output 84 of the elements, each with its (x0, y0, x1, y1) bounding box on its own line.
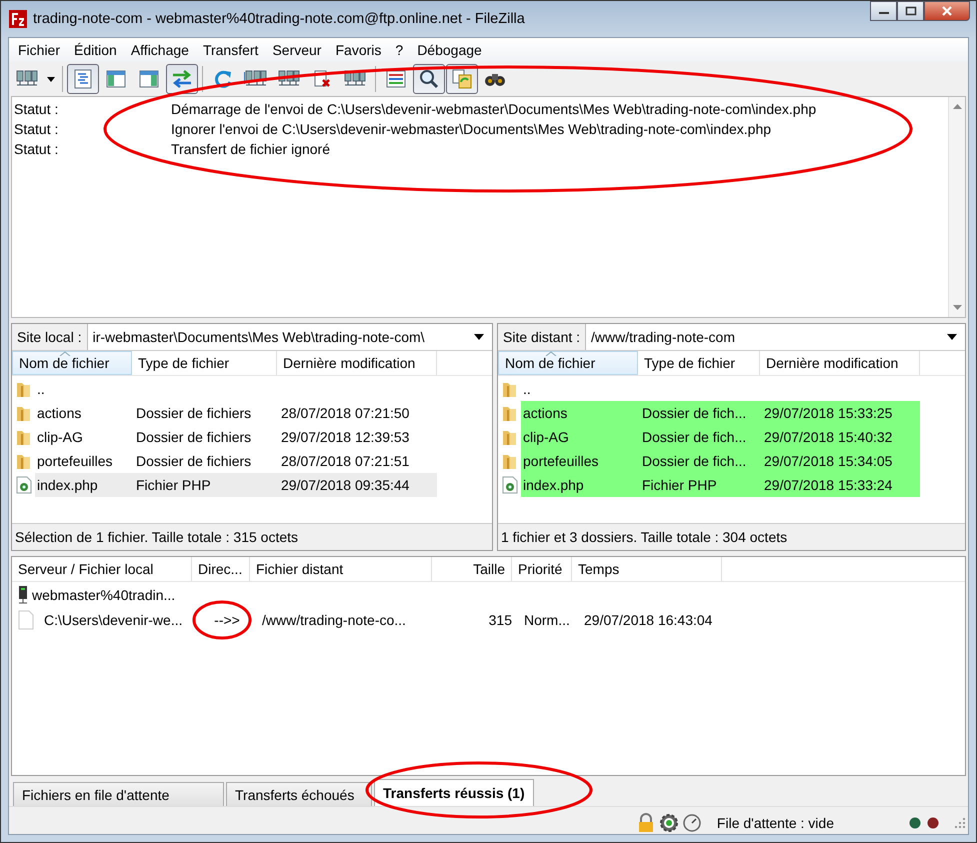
folder-icon (16, 404, 32, 422)
sort-caret-icon (59, 351, 71, 356)
file-row[interactable]: clip-AG Dossier de fichiers 29/07/2018 12:39:53 (35, 425, 437, 449)
queue-remote-file: /www/trading-note-co... (261, 612, 407, 628)
file-row[interactable]: .. (35, 377, 132, 401)
log-label: Statut : (13, 121, 60, 137)
column-header[interactable]: Type de fichier (638, 351, 760, 375)
scroll-down-icon[interactable] (952, 305, 962, 311)
path-combo-box[interactable]: /www/trading-note-com (586, 324, 965, 350)
app-logo-icon (9, 10, 27, 28)
sort-caret-icon (545, 351, 557, 356)
column-header[interactable]: Fichier distant (250, 557, 432, 581)
queue-server-text: webmaster%40tradin... (32, 586, 176, 602)
queue-tab[interactable]: Transferts réussis (1) (374, 779, 534, 806)
resize-grip-icon (954, 817, 966, 829)
queue-tab[interactable]: Fichiers en file d'attente (13, 782, 224, 806)
file-icon (18, 610, 34, 630)
menu-item[interactable]: Fichier (11, 42, 68, 58)
log-message: Ignorer l'envoi de C:\Users\devenir-webmaster\Documents\Mes Web\trading-note-com\index.php (171, 121, 772, 137)
file-row[interactable]: actions Dossier de fichiers 28/07/2018 07:21:50 (35, 401, 437, 425)
folder-icon (16, 428, 32, 446)
close-icon (940, 5, 954, 17)
file-row[interactable]: index.php Fichier PHP 29/07/2018 09:35:44 (35, 473, 437, 497)
column-header[interactable]: Type de fichier (132, 351, 277, 375)
file-row[interactable]: index.php Fichier PHP 29/07/2018 15:33:24 (521, 473, 920, 497)
log-panel-icon[interactable] (67, 64, 99, 94)
swap-arrows-icon[interactable] (166, 64, 198, 94)
column-header[interactable]: Nom de fichier (12, 351, 132, 375)
queue-status-text: File d'attente : vide (716, 815, 834, 831)
window-title: trading-note-com - webmaster%40trading-note.com@ftp.online.net - FileZilla (33, 11, 526, 27)
file-row[interactable]: portefeuilles Dossier de fichiers 28/07/2018 07:21:51 (35, 449, 437, 473)
path-combo-box[interactable]: ir-webmaster\Documents\Mes Web\trading-note-com\ (88, 324, 492, 350)
folder-icon (502, 452, 518, 470)
file-row[interactable]: actions Dossier de fich... 29/07/2018 15:33:25 (521, 401, 920, 425)
php-file-icon (502, 476, 518, 494)
column-header[interactable]: Serveur / Fichier local (12, 557, 192, 581)
search-icon[interactable] (413, 64, 445, 94)
scroll-up-icon[interactable] (952, 103, 962, 109)
scrollbar[interactable] (948, 97, 965, 317)
column-header[interactable]: Priorité (512, 557, 572, 581)
log-label: Statut : (13, 101, 60, 117)
menu-item[interactable]: Serveur (265, 42, 328, 58)
folder-icon (502, 428, 518, 446)
minimize-button[interactable] (870, 1, 897, 21)
file-row[interactable]: .. (521, 377, 638, 401)
folder-icon (502, 380, 518, 398)
log-message: Transfert de fichier ignoré (171, 141, 330, 157)
direction-text: -->> (213, 612, 241, 628)
column-header[interactable]: Dernière modification (760, 351, 920, 375)
column-header[interactable]: Taille (432, 557, 512, 581)
file-row[interactable]: clip-AG Dossier de fich... 29/07/2018 15:40:32 (521, 425, 920, 449)
padlock-icon (636, 813, 655, 833)
queue-time: 29/07/2018 16:43:04 (583, 612, 714, 628)
log-message: Démarrage de l'envoi de C:\Users\devenir-webmaster\Documents\Mes Web\trading-note-com\index.php (171, 101, 816, 117)
queue-size: 315 (488, 612, 513, 628)
column-header[interactable]: Dernière modification (277, 351, 437, 375)
pane-status-text: Sélection de 1 fichier. Taille totale : 315 octets (12, 523, 492, 550)
queue-local-file: C:\Users\devenir-we... (44, 612, 184, 628)
maximize-icon (904, 6, 916, 16)
close-button[interactable] (924, 1, 970, 21)
highlight-ellipse (192, 600, 252, 640)
menu-item[interactable]: Transfert (196, 42, 266, 58)
queue-tab[interactable]: Transferts échoués (226, 782, 372, 806)
menu-item[interactable]: Favoris (328, 42, 388, 58)
folder-icon (16, 452, 32, 470)
menu-item[interactable]: Affichage (124, 42, 196, 58)
queue-priority: Norm... (523, 612, 571, 628)
gauge-icon (682, 814, 701, 832)
column-header[interactable]: Temps (572, 557, 722, 581)
server-icon (18, 584, 28, 604)
folder-icon (16, 380, 32, 398)
maximize-button[interactable] (897, 1, 924, 21)
gear-icon (658, 813, 679, 833)
menu-item[interactable]: ? (388, 42, 410, 58)
file-row[interactable]: portefeuilles Dossier de fich... 29/07/2018 15:34:05 (521, 449, 920, 473)
php-file-icon (16, 476, 32, 494)
menu-item[interactable]: Débogage (410, 42, 489, 58)
column-header[interactable]: Nom de fichier (498, 351, 638, 375)
pane-status-text: 1 fichier et 3 dossiers. Taille totale : 304 octets (498, 523, 965, 550)
log-label: Statut : (13, 141, 60, 157)
menu-item[interactable]: Édition (67, 42, 124, 58)
compare-icon[interactable] (446, 64, 478, 94)
folder-icon (502, 404, 518, 422)
column-header[interactable]: Direc... (192, 557, 250, 581)
